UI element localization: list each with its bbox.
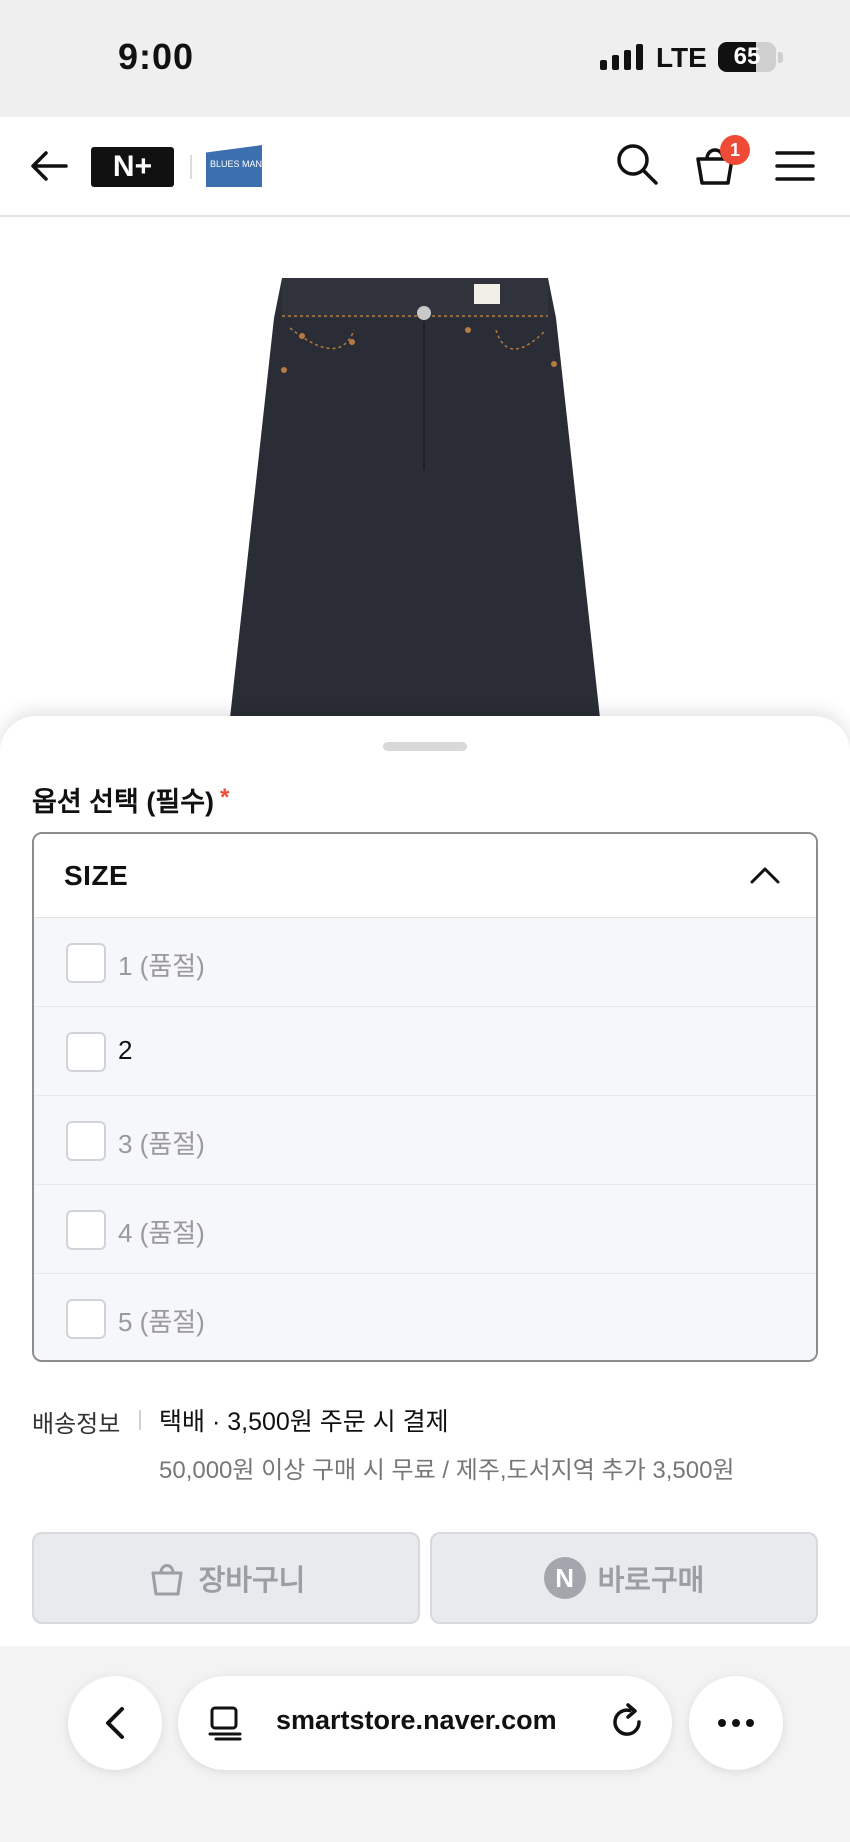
battery-tip bbox=[778, 52, 783, 63]
logo-divider bbox=[190, 155, 192, 179]
shipping-label: 배송정보 bbox=[32, 1411, 121, 1438]
chevron-up-icon[interactable] bbox=[748, 860, 782, 890]
store-header: N+ BLUES MAN 1 bbox=[0, 117, 850, 217]
shipping-divider bbox=[139, 1410, 141, 1430]
cart-count-badge: 1 bbox=[720, 135, 750, 165]
size-option-4[interactable]: 4 (품절) bbox=[34, 1185, 816, 1274]
size-select-label: SIZE bbox=[64, 860, 129, 891]
required-asterisk: * bbox=[220, 784, 230, 811]
sheet-grabber[interactable] bbox=[383, 742, 467, 751]
size-select-header[interactable]: SIZE bbox=[34, 834, 816, 918]
address-bar[interactable]: smartstore.naver.com bbox=[178, 1676, 672, 1770]
shopping-bag-icon bbox=[151, 1564, 183, 1596]
size-option-label: 1 (품절) bbox=[118, 951, 205, 981]
checkbox[interactable] bbox=[66, 943, 106, 983]
battery-icon: 65 bbox=[718, 42, 776, 72]
option-title: 옵션 선택 (필수) bbox=[32, 787, 215, 817]
add-to-cart-label: 장바구니 bbox=[198, 1565, 306, 1597]
checkbox[interactable] bbox=[66, 1121, 106, 1161]
browser-toolbar: smartstore.naver.com bbox=[0, 1646, 850, 1842]
product-image[interactable] bbox=[0, 218, 850, 718]
buy-now-button[interactable]: N 바로구매 bbox=[430, 1532, 818, 1624]
network-type: LTE bbox=[656, 42, 707, 73]
checkbox[interactable] bbox=[66, 1299, 106, 1339]
search-icon[interactable] bbox=[614, 141, 660, 187]
shipping-note: 50,000원 이상 구매 시 무료 / 제주,도서지역 추가 3,500원 bbox=[159, 1457, 735, 1484]
size-option-label: 3 (품절) bbox=[118, 1129, 205, 1159]
jeans-image bbox=[230, 278, 600, 718]
blues-man-logo[interactable]: BLUES MAN bbox=[206, 145, 262, 187]
more-dots-icon bbox=[718, 1719, 754, 1727]
checkbox[interactable] bbox=[66, 1032, 106, 1072]
checkbox[interactable] bbox=[66, 1210, 106, 1250]
naver-pay-icon: N bbox=[543, 1557, 586, 1599]
shipping-method: 택배 · 3,500원 주문 시 결제 bbox=[159, 1408, 449, 1436]
size-option-label: 5 (품절) bbox=[118, 1307, 205, 1337]
size-option-label: 2 bbox=[118, 1035, 133, 1065]
status-time: 9:00 bbox=[118, 36, 195, 77]
size-option-3[interactable]: 3 (품절) bbox=[34, 1096, 816, 1185]
browser-more-button[interactable] bbox=[689, 1676, 783, 1770]
signal-icon bbox=[600, 44, 643, 70]
url-text: smartstore.naver.com bbox=[276, 1705, 557, 1735]
size-option-5[interactable]: 5 (품절) bbox=[34, 1274, 816, 1360]
reload-icon[interactable] bbox=[608, 1702, 648, 1742]
battery-percent: 65 bbox=[733, 43, 761, 70]
add-to-cart-button[interactable]: 장바구니 bbox=[32, 1532, 420, 1624]
naver-plus-logo[interactable]: N+ bbox=[91, 147, 174, 187]
size-select: SIZE 1 (품절) 2 3 (품절) 4 (품절) 5 (품절) bbox=[32, 832, 818, 1362]
size-option-2[interactable]: 2 bbox=[34, 1007, 816, 1096]
size-option-label: 4 (품절) bbox=[118, 1218, 205, 1248]
tabs-icon[interactable] bbox=[206, 1703, 246, 1743]
size-option-1[interactable]: 1 (품절) bbox=[34, 918, 816, 1007]
chevron-left-icon bbox=[106, 1707, 124, 1739]
status-bar: 9:00 LTE 65 bbox=[0, 0, 850, 117]
hamburger-menu-icon[interactable] bbox=[772, 143, 818, 189]
buy-now-label: 바로구매 bbox=[597, 1565, 705, 1597]
browser-back-button[interactable] bbox=[68, 1676, 162, 1770]
arrow-left-icon[interactable] bbox=[26, 143, 72, 189]
